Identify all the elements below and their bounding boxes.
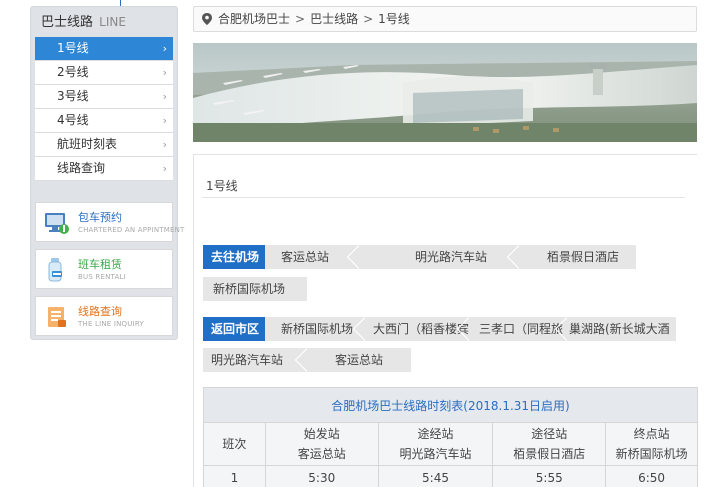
timetable-header-row: 班次 始发站客运总站 途经站明光路汽车站 途径站栢景假日酒店 终点站新桥国际机场 xyxy=(203,422,698,466)
location-pin-icon xyxy=(202,13,212,25)
document-icon xyxy=(48,307,66,327)
service-subtitle: THE LINE INQUIRY xyxy=(78,320,144,328)
route-stop: 新桥国际机场 xyxy=(265,317,365,341)
service-title: 班车租赁 xyxy=(78,258,122,271)
bus-bottle-icon xyxy=(48,258,62,282)
sidebar-title-text: 巴士线路 xyxy=(41,15,94,30)
direction-label-to-airport: 去往机场 xyxy=(203,245,273,269)
sidebar-item-line-4[interactable]: 4号线 › xyxy=(35,109,173,133)
route-row: 新桥国际机场 xyxy=(203,277,307,301)
route-to-city-continued: 明光路汽车站 客运总站 xyxy=(203,348,411,372)
service-subtitle: BUS RENTALI xyxy=(78,273,126,281)
header-bottom: 栢景假日酒店 xyxy=(513,447,586,461)
line-name: 1号线 xyxy=(206,179,238,193)
header-top: 途径站 xyxy=(531,427,568,441)
sidebar-menu: 1号线 › 2号线 › 3号线 › 4号线 › 航班时刻表 › 线路查询 › xyxy=(35,37,173,181)
table-row: 1 5:30 5:45 5:55 6:50 xyxy=(203,465,698,487)
route-to-city: 返回市区 新桥国际机场 大西门（稻香楼宾 三孝口（同程旅 巢湖路(新长城大酒 xyxy=(203,317,676,341)
header-top: 班次 xyxy=(222,437,247,451)
sidebar-title: 巴士线路 LINE xyxy=(31,7,177,37)
table-cell: 5:55 xyxy=(492,465,607,487)
sidebar-item-line-1[interactable]: 1号线 › xyxy=(35,37,173,61)
route-row: 明光路汽车站 客运总站 xyxy=(203,348,411,372)
breadcrumb-separator: > xyxy=(295,12,306,26)
route-stop: 新桥国际机场 xyxy=(203,277,307,301)
divider xyxy=(202,197,685,198)
sidebar-item-route-query[interactable]: 线路查询 › xyxy=(35,157,173,181)
chevron-right-icon: › xyxy=(162,138,167,151)
chevron-right-icon: › xyxy=(162,162,167,175)
breadcrumb-current: 1号线 xyxy=(378,12,410,26)
page: 巴士线路 LINE 1号线 › 2号线 › 3号线 › 4号线 › 航班时刻表 … xyxy=(0,0,704,487)
route-stop: 明光路汽车站 xyxy=(203,348,307,372)
route-query-button[interactable]: 线路查询 THE LINE INQUIRY xyxy=(35,296,173,336)
service-title: 线路查询 xyxy=(78,305,122,318)
header-top: 终点站 xyxy=(633,427,670,441)
header-top: 途经站 xyxy=(417,427,454,441)
timetable: 合肥机场巴士线路时刻表(2018.1.31日启用) 班次 始发站客运总站 途经站… xyxy=(203,387,698,487)
sidebar-item-label: 1号线 xyxy=(57,41,89,55)
header-bottom: 明光路汽车站 xyxy=(399,447,472,461)
route-stop: 巢湖路(新长城大酒 xyxy=(567,317,676,341)
timetable-header-cell: 终点站 新桥国际机场 xyxy=(605,422,698,466)
timetable-caption: 合肥机场巴士线路时刻表(2018.1.31日启用) xyxy=(203,387,698,423)
line-detail-panel: 1号线 去往机场 客运总站 明光路汽车站 栢景假日酒店 新桥国际机场 返回市区 … xyxy=(193,154,698,487)
airport-banner-illustration xyxy=(193,43,697,142)
route-stop: 三孝口（同程旅 xyxy=(469,317,567,341)
chevron-right-icon: › xyxy=(162,66,167,79)
timetable-header-cell: 班次 xyxy=(203,422,266,466)
sidebar-item-line-3[interactable]: 3号线 › xyxy=(35,85,173,109)
chevron-right-icon: › xyxy=(162,114,167,127)
route-stop: 客运总站 xyxy=(265,245,359,269)
timetable-header-cell: 途经站 明光路汽车站 xyxy=(377,422,494,466)
sidebar-item-label: 2号线 xyxy=(57,65,89,79)
route-stop: 栢景假日酒店 xyxy=(519,245,636,269)
sidebar-item-label: 航班时刻表 xyxy=(57,137,118,151)
route-row: 去往机场 客运总站 明光路汽车站 栢景假日酒店 xyxy=(203,245,636,269)
breadcrumb-link-bus-lines[interactable]: 巴士线路 xyxy=(310,12,358,26)
timetable-header-cell: 始发站 客运总站 xyxy=(264,422,379,466)
sidebar-item-label: 线路查询 xyxy=(57,161,106,175)
monitor-hand-icon xyxy=(45,213,69,234)
service-subtitle: CHARTERED AN APPINTMENT xyxy=(78,226,185,234)
chevron-right-icon: › xyxy=(162,42,167,55)
bus-rental-button[interactable]: 班车租赁 BUS RENTALI xyxy=(35,249,173,289)
route-row: 返回市区 新桥国际机场 大西门（稻香楼宾 三孝口（同程旅 巢湖路(新长城大酒 xyxy=(203,317,676,341)
header-bottom: 新桥国际机场 xyxy=(615,447,688,461)
header-bottom: 客运总站 xyxy=(297,447,346,461)
sidebar-item-line-2[interactable]: 2号线 › xyxy=(35,61,173,85)
sidebar: 巴士线路 LINE 1号线 › 2号线 › 3号线 › 4号线 › 航班时刻表 … xyxy=(30,6,184,340)
sidebar-title-en: LINE xyxy=(99,15,126,29)
route-stop: 大西门（稻香楼宾 xyxy=(365,317,469,341)
airport-banner-image xyxy=(193,43,697,142)
table-cell: 6:50 xyxy=(605,465,698,487)
route-stop: 明光路汽车站 xyxy=(359,245,519,269)
route-to-airport: 去往机场 客运总站 明光路汽车站 栢景假日酒店 xyxy=(203,245,636,269)
sidebar-item-flight-schedule[interactable]: 航班时刻表 › xyxy=(35,133,173,157)
breadcrumb-separator: > xyxy=(363,12,374,26)
direction-label-to-city: 返回市区 xyxy=(203,317,273,341)
header-top: 始发站 xyxy=(303,427,340,441)
route-stop: 客运总站 xyxy=(307,348,411,372)
table-cell: 1 xyxy=(203,465,266,487)
route-to-airport-continued: 新桥国际机场 xyxy=(203,277,307,301)
sidebar-item-label: 3号线 xyxy=(57,89,89,103)
timetable-header-cell: 途径站 栢景假日酒店 xyxy=(492,422,607,466)
breadcrumb-link-home[interactable]: 合肥机场巴士 xyxy=(218,12,290,26)
table-cell: 5:30 xyxy=(264,465,379,487)
charter-booking-button[interactable]: 包车预约 CHARTERED AN APPINTMENT xyxy=(35,202,184,242)
service-title: 包车预约 xyxy=(78,211,122,224)
sidebar-item-label: 4号线 xyxy=(57,113,89,127)
chevron-right-icon: › xyxy=(162,90,167,103)
table-cell: 5:45 xyxy=(377,465,494,487)
breadcrumb: 合肥机场巴士 > 巴士线路 >1号线 xyxy=(193,6,697,32)
